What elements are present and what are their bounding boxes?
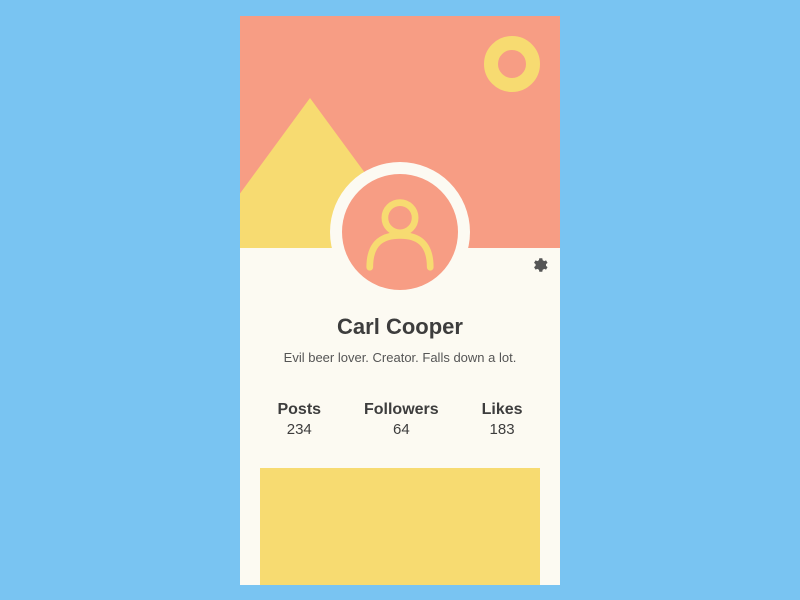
user-icon [358, 190, 442, 274]
gear-icon [530, 256, 548, 274]
settings-button[interactable] [530, 256, 548, 274]
stats-row: Posts 234 Followers 64 Likes 183 [240, 401, 560, 438]
stat-posts[interactable]: Posts 234 [277, 401, 321, 438]
profile-name: Carl Cooper [240, 314, 560, 340]
stat-followers[interactable]: Followers 64 [364, 401, 439, 438]
stat-followers-value: 64 [364, 421, 439, 438]
stat-likes[interactable]: Likes 183 [482, 401, 523, 438]
feed-item[interactable] [260, 468, 540, 585]
feed [240, 468, 560, 585]
profile-card: Carl Cooper Evil beer lover. Creator. Fa… [240, 16, 560, 585]
avatar[interactable] [330, 162, 470, 302]
stat-likes-value: 183 [482, 421, 523, 438]
stat-posts-value: 234 [277, 421, 321, 438]
stat-followers-label: Followers [364, 401, 439, 419]
profile-bio: Evil beer lover. Creator. Falls down a l… [240, 350, 560, 365]
sun-shape [484, 36, 540, 92]
avatar-inner [342, 174, 458, 290]
stat-posts-label: Posts [277, 401, 321, 419]
stat-likes-label: Likes [482, 401, 523, 419]
